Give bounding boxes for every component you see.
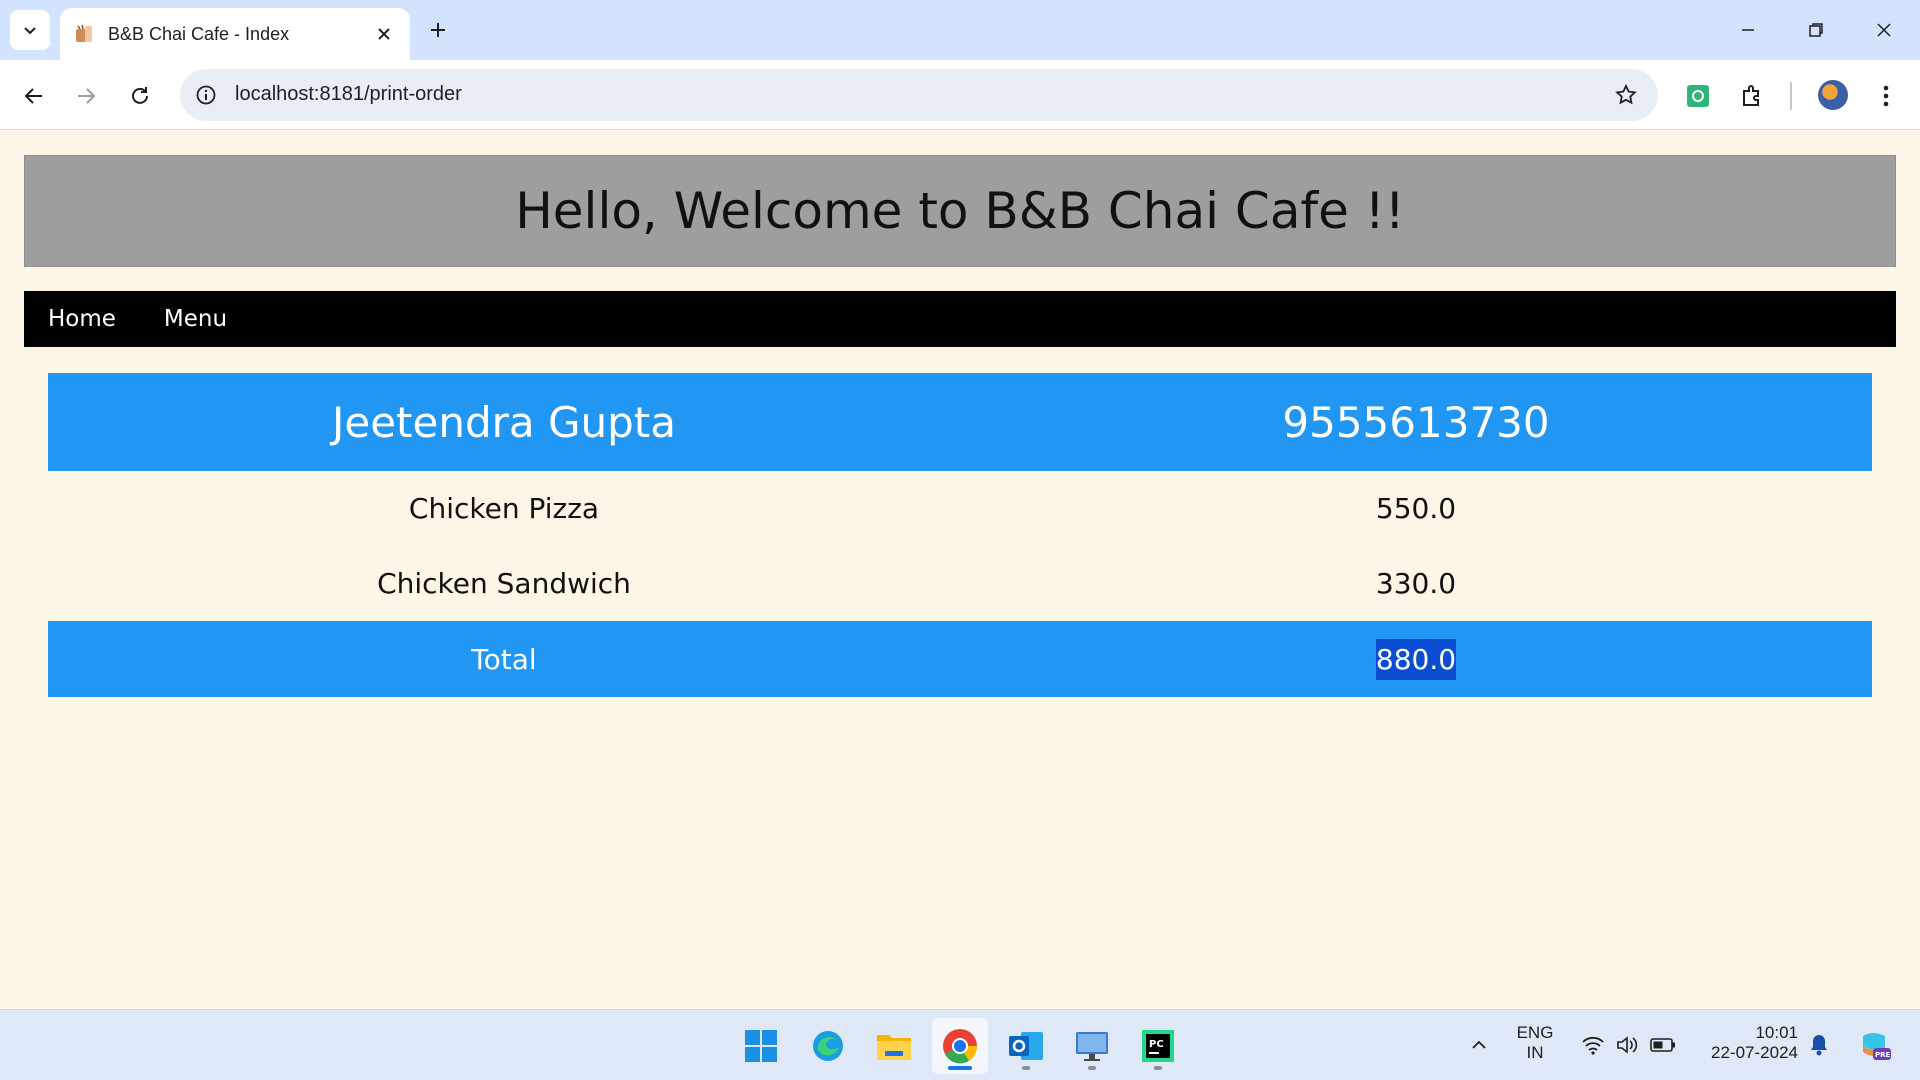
close-window-button[interactable]	[1860, 10, 1908, 50]
restore-button[interactable]	[1792, 10, 1840, 50]
order-item-row: Chicken Pizza 550.0	[48, 471, 1872, 546]
forward-button[interactable]	[66, 76, 106, 116]
windows-start-icon[interactable]	[733, 1018, 789, 1074]
clock-date: 22-07-2024	[1711, 1043, 1798, 1062]
cafe-favicon-icon	[72, 22, 96, 46]
item-name: Chicken Pizza	[408, 492, 600, 525]
chevron-up-icon[interactable]	[1466, 1032, 1492, 1058]
tab-close-icon[interactable]	[372, 22, 396, 46]
running-app-indicator	[1022, 1066, 1030, 1070]
tab-search-button[interactable]	[10, 10, 50, 50]
volume-icon[interactable]	[1614, 1032, 1640, 1058]
browser-tab-strip: B&B Chai Cafe - Index	[0, 0, 1920, 60]
more-menu-icon[interactable]	[1868, 78, 1904, 114]
file-explorer-icon[interactable]	[866, 1018, 922, 1074]
copilot-icon[interactable]: PRE	[1856, 1027, 1892, 1063]
profile-avatar[interactable]	[1818, 80, 1848, 110]
running-app-indicator	[1088, 1066, 1096, 1070]
nav-link-menu[interactable]: Menu	[164, 306, 227, 332]
tab-title: B&B Chai Cafe - Index	[108, 23, 290, 44]
running-app-indicator	[1154, 1066, 1162, 1070]
order-header-row: Jeetendra Gupta 9555613730	[48, 373, 1872, 471]
toolbar-separator	[1790, 82, 1792, 110]
total-label: Total	[471, 642, 537, 676]
address-bar[interactable]: localhost:8181/print-order	[180, 69, 1658, 121]
close-icon	[1877, 23, 1891, 37]
windows-taskbar: PC ENG IN 10:01 22-07-2024 PRE	[0, 1009, 1920, 1080]
remote-desktop-icon[interactable]	[1064, 1018, 1120, 1074]
url-text[interactable]: localhost:8181/print-order	[235, 83, 462, 106]
back-button[interactable]	[14, 76, 54, 116]
site-info-icon[interactable]	[192, 81, 220, 109]
bookmark-star-icon[interactable]	[1612, 81, 1640, 109]
chevron-down-icon	[24, 27, 36, 35]
customer-name: Jeetendra Gupta	[331, 397, 677, 447]
pycharm-icon[interactable]: PC	[1130, 1018, 1186, 1074]
total-value: 880.0	[1375, 638, 1457, 680]
reload-icon	[132, 87, 148, 104]
item-price: 330.0	[1375, 567, 1457, 600]
clock-time: 10:01	[1755, 1023, 1798, 1042]
customer-phone: 9555613730	[1282, 397, 1550, 447]
notification-bell-icon[interactable]	[1806, 1032, 1832, 1058]
active-app-indicator	[948, 1066, 972, 1070]
outlook-icon[interactable]	[998, 1018, 1054, 1074]
arrow-left-icon	[24, 88, 42, 104]
main-navbar: Home Menu	[24, 291, 1896, 347]
browser-toolbar: localhost:8181/print-order	[0, 60, 1920, 130]
reload-button[interactable]	[120, 76, 160, 116]
item-name: Chicken Sandwich	[377, 567, 631, 600]
svg-text:PRE: PRE	[1875, 1051, 1891, 1059]
minimize-icon	[1742, 29, 1754, 31]
site-header: Hello, Welcome to B&B Chai Cafe !!	[24, 155, 1896, 267]
region-code: IN	[1526, 1043, 1544, 1062]
battery-icon[interactable]	[1650, 1032, 1676, 1058]
clock[interactable]: 10:01 22-07-2024	[1694, 1023, 1798, 1063]
item-price: 550.0	[1375, 492, 1457, 525]
extension-green-icon[interactable]	[1680, 78, 1716, 114]
extensions-puzzle-icon[interactable]	[1734, 78, 1770, 114]
order-table: Jeetendra Gupta 9555613730 Chicken Pizza…	[48, 373, 1872, 697]
browser-tab-active[interactable]: B&B Chai Cafe - Index	[60, 8, 410, 60]
chrome-icon[interactable]	[932, 1018, 988, 1074]
nav-link-home[interactable]: Home	[48, 306, 116, 332]
language-indicator[interactable]: ENG IN	[1510, 1023, 1560, 1063]
wifi-icon[interactable]	[1580, 1032, 1606, 1058]
language-code: ENG	[1516, 1023, 1554, 1042]
restore-icon	[1809, 23, 1823, 37]
minimize-button[interactable]	[1724, 10, 1772, 50]
total-value-cell: 880.0	[960, 621, 1872, 697]
order-total-row: Total 880.0	[48, 621, 1872, 697]
svg-text:PC: PC	[1149, 1039, 1164, 1050]
page-title: Hello, Welcome to B&B Chai Cafe !!	[515, 182, 1405, 240]
plus-icon	[431, 23, 445, 37]
edge-icon[interactable]	[800, 1018, 856, 1074]
page-viewport: Hello, Welcome to B&B Chai Cafe !! Home …	[0, 131, 1920, 1009]
new-tab-button[interactable]	[422, 14, 454, 46]
arrow-right-icon	[78, 88, 96, 104]
order-item-row: Chicken Sandwich 330.0	[48, 546, 1872, 621]
